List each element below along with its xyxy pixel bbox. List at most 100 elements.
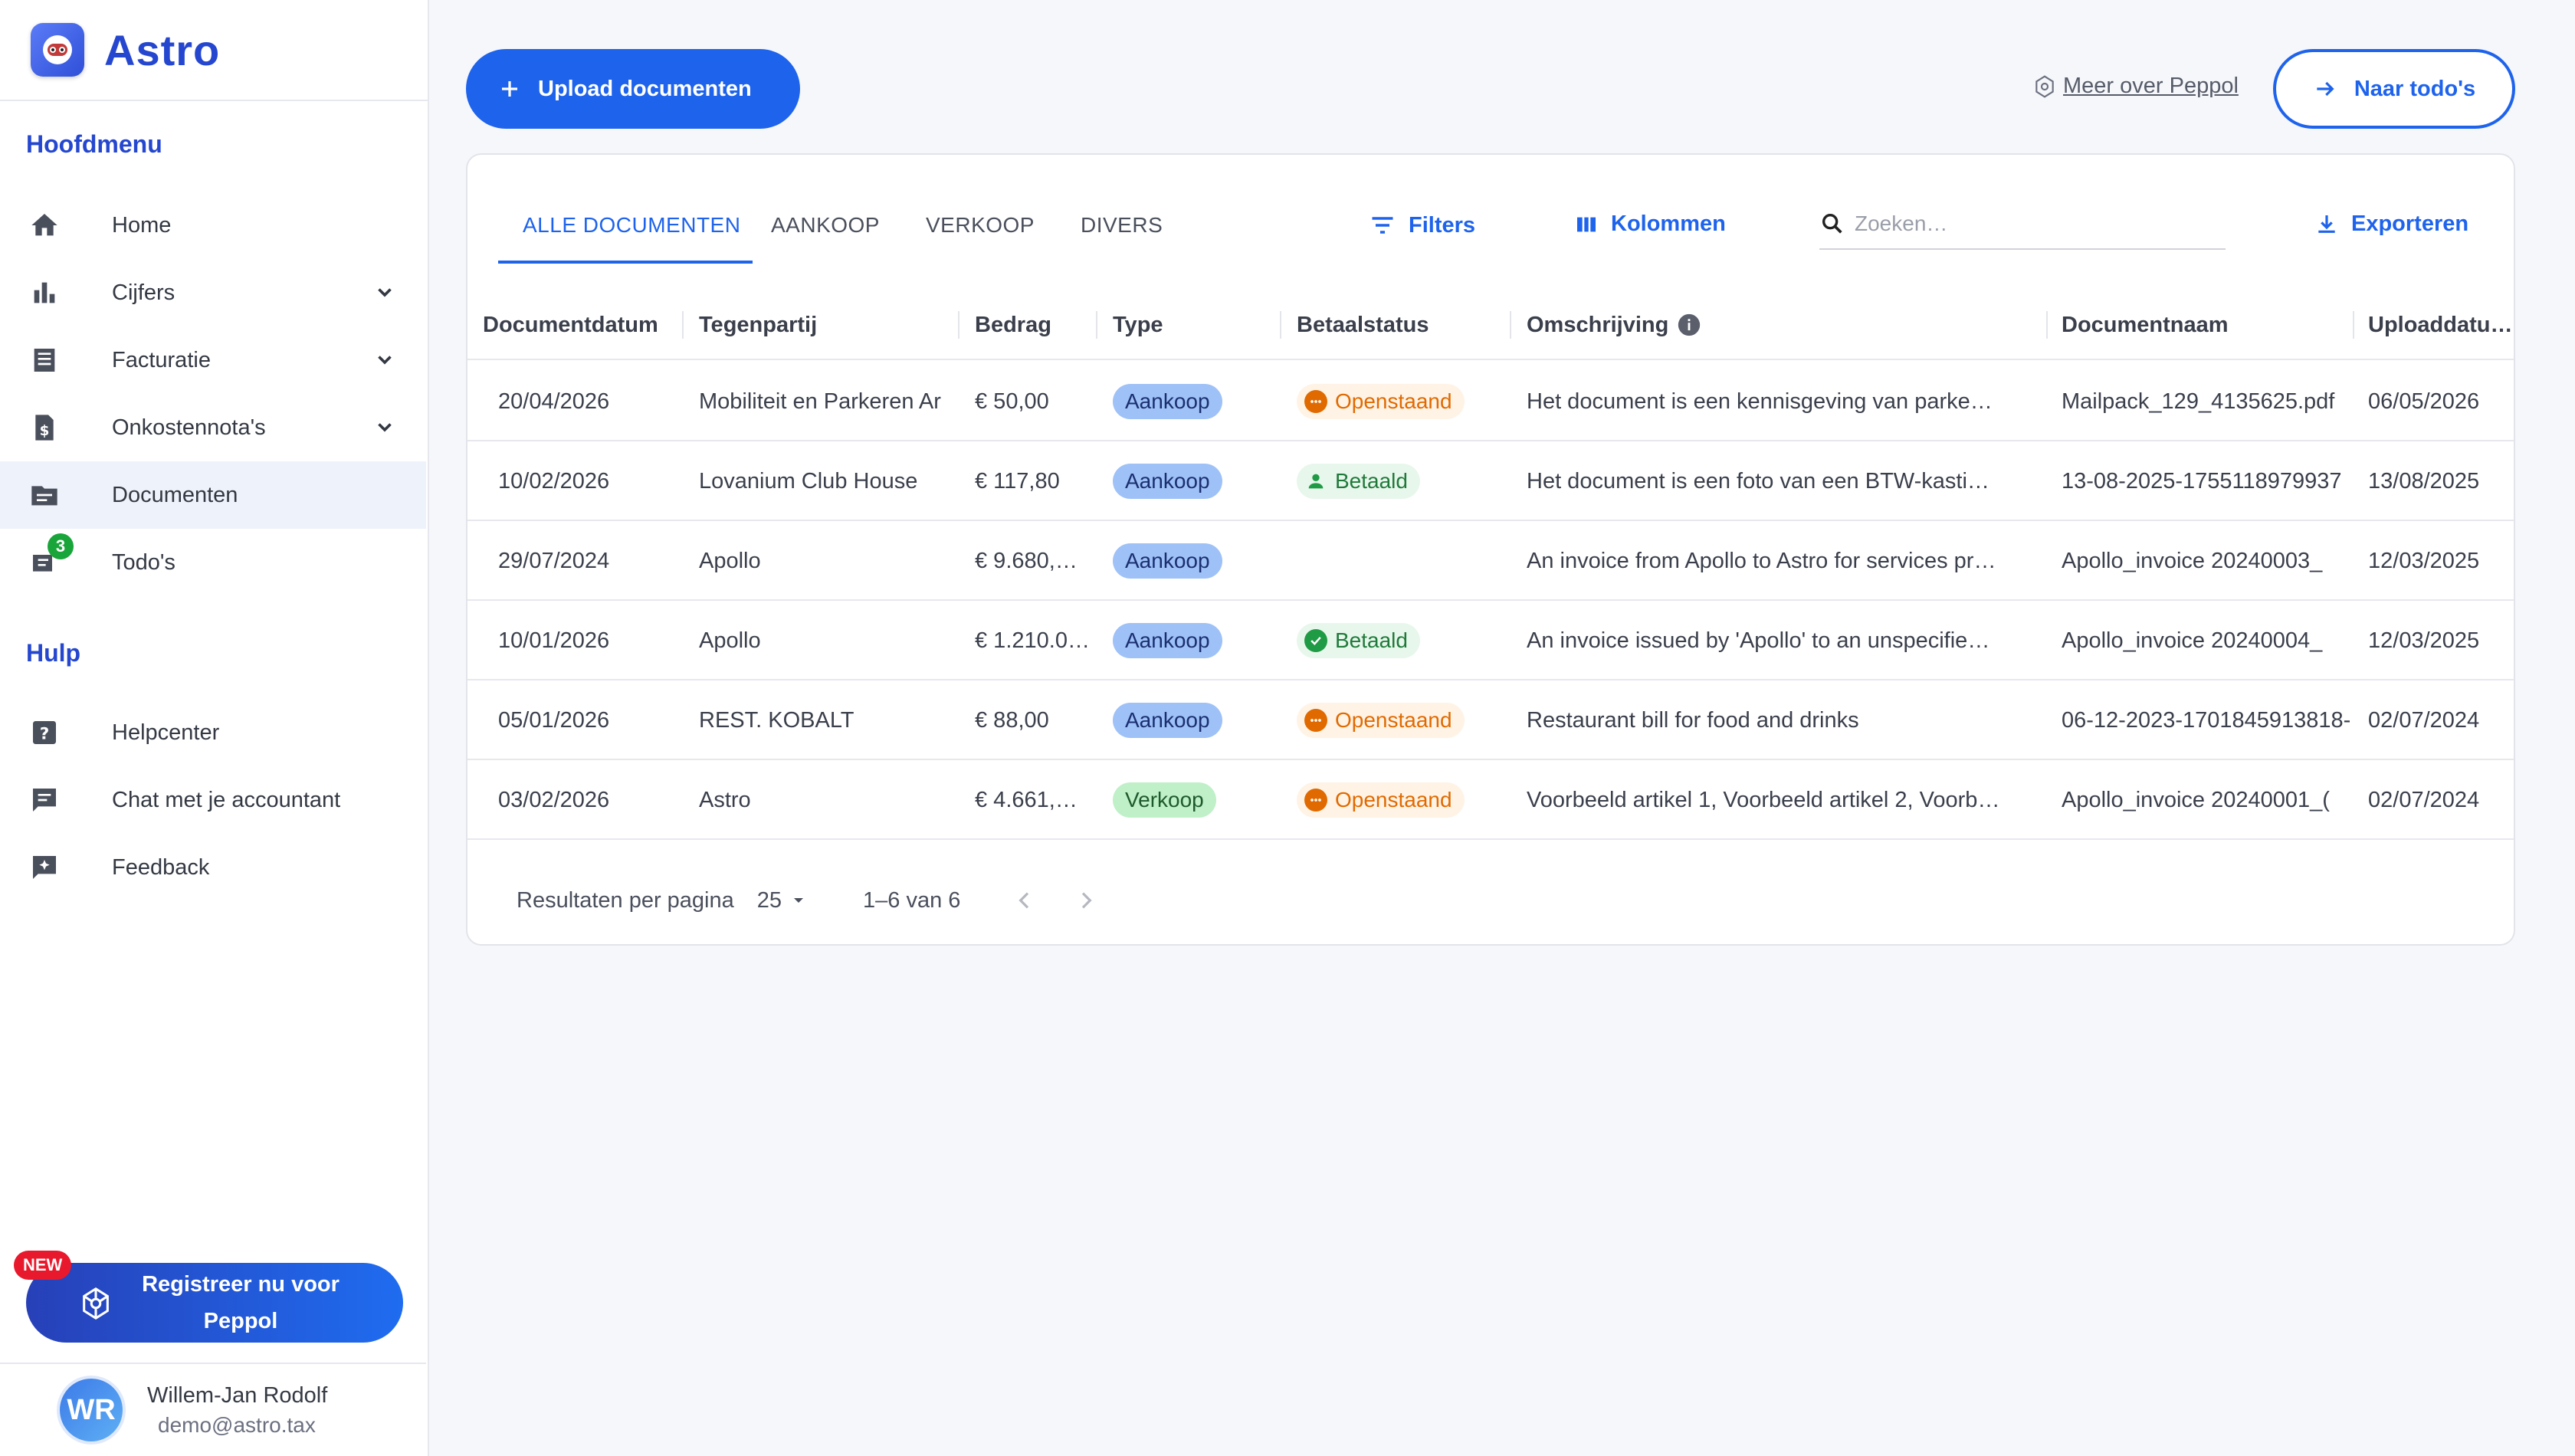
table-row[interactable]: 10/01/2026 Apollo € 1.210.0… Aankoop Betaald… <box>467 601 2514 680</box>
sidebar-item-feedback[interactable]: Feedback <box>0 834 426 901</box>
peppol-info-link[interactable]: Meer over Peppol <box>2032 74 2239 99</box>
tab-verkoop[interactable]: VERKOOP <box>926 213 1035 251</box>
sidebar-item-chat[interactable]: Chat met je accountant <box>0 766 426 834</box>
column-header-tegenpartij[interactable]: Tegenpartij <box>699 290 952 360</box>
previous-page-icon[interactable] <box>1012 888 1037 913</box>
type-chip: Verkoop <box>1113 782 1216 818</box>
search-field[interactable] <box>1819 199 2226 250</box>
main-menu-title: Hoofdmenu <box>26 130 162 158</box>
columns-label: Kolommen <box>1611 212 1726 236</box>
peppol-icon <box>78 1286 113 1321</box>
column-separator[interactable] <box>1280 311 1281 339</box>
tab-divers[interactable]: DIVERS <box>1081 213 1163 251</box>
rows-per-page-select[interactable]: 25 <box>757 888 808 913</box>
cell-documentdatum: 29/07/2024 <box>498 548 610 573</box>
table-row[interactable]: 29/07/2024 Apollo € 9.680,… Aankoop An invoi… <box>467 521 2514 601</box>
sidebar-item-helpcenter[interactable]: ? Helpcenter <box>0 699 426 766</box>
filters-button[interactable]: Filters <box>1369 212 1475 239</box>
sidebar-item-cijfers[interactable]: Cijfers <box>0 259 426 326</box>
column-separator[interactable] <box>682 311 684 339</box>
column-separator[interactable] <box>958 311 959 339</box>
filters-label: Filters <box>1409 212 1476 238</box>
go-to-todos-label: Naar todo's <box>2354 76 2476 101</box>
payment-status-label: Betaald <box>1335 469 1408 493</box>
upload-documents-button[interactable]: Upload documenten <box>466 49 800 129</box>
rows-per-page-value: 25 <box>756 887 782 913</box>
table-row[interactable]: 05/01/2026 REST. KOBALT € 88,00 Aankoop Open… <box>467 680 2514 760</box>
payment-status-chip: Betaald <box>1297 623 1420 658</box>
tab-aankoop[interactable]: AANKOOP <box>771 213 880 251</box>
column-header-documentdatum[interactable]: Documentdatum <box>483 290 690 360</box>
rows-per-page-label: Resultaten per pagina <box>517 887 734 913</box>
column-separator[interactable] <box>1510 311 1511 339</box>
avatar: WR <box>60 1379 123 1441</box>
cell-bedrag: € 88,00 <box>975 707 1049 733</box>
payment-status-chip: Openstaand <box>1297 703 1465 738</box>
chevron-down-icon[interactable] <box>371 414 399 441</box>
chevron-down-icon[interactable] <box>371 279 399 307</box>
search-icon <box>1819 211 1845 237</box>
table-row[interactable]: 10/02/2026 Lovanium Club House € 117,80 Aan… <box>467 441 2514 521</box>
column-header-uploaddatum[interactable]: Uploaddatu… <box>2368 290 2514 360</box>
brand[interactable]: Astro <box>0 0 428 101</box>
sidebar-item-home[interactable]: Home <box>0 192 426 259</box>
tab-alle-documenten[interactable]: ALLE DOCUMENTEN <box>523 213 740 251</box>
cell-documentdatum: 10/02/2026 <box>498 468 610 494</box>
cell-type: Aankoop <box>1113 362 1274 441</box>
cell-documentnaam: Apollo_invoice 20240001_( <box>2062 787 2330 812</box>
cell-bedrag: € 4.661,… <box>975 787 1078 812</box>
table-row[interactable]: 20/04/2026 Mobiliteit en Parkeren Ar € 50,… <box>467 362 2514 441</box>
columns-button[interactable]: Kolommen <box>1574 212 1726 237</box>
check-circle-icon <box>1304 629 1327 652</box>
cell-betaalstatus: Openstaand <box>1297 680 1504 760</box>
sidebar-item-label: Cijfers <box>112 280 175 305</box>
sidebar-item-todos[interactable]: 3 Todo's <box>0 529 426 596</box>
home-icon <box>28 208 61 242</box>
column-separator[interactable] <box>2046 311 2048 339</box>
register-peppol-button[interactable]: Registreer nu voor Peppol <box>26 1263 403 1343</box>
column-separator[interactable] <box>2353 311 2354 339</box>
cell-documentnaam: Mailpack_129_4135625.pdf <box>2062 389 2335 414</box>
table-row[interactable]: 03/02/2026 Astro € 4.661,… Verkoop Openstaan… <box>467 760 2514 840</box>
cell-type: Aankoop <box>1113 521 1274 601</box>
info-icon[interactable] <box>1676 312 1702 338</box>
peppol-link-label: Meer over Peppol <box>2063 74 2239 98</box>
column-header-betaalstatus[interactable]: Betaalstatus <box>1297 290 1504 360</box>
cell-documentdatum: 20/04/2026 <box>498 389 610 414</box>
type-chip: Aankoop <box>1113 703 1222 738</box>
table-header: Documentdatum Tegenpartij Bedrag Type Be… <box>467 290 2514 360</box>
cell-documentnaam: Apollo_invoice 20240004_ <box>2062 628 2323 653</box>
documents-card: ALLE DOCUMENTEN AANKOOP VERKOOP DIVERS F… <box>466 153 2515 946</box>
column-header-omschrijving[interactable]: Omschrijving <box>1527 290 1757 360</box>
cell-omschrijving: Het document is een kennisgeving van par… <box>1527 389 1993 414</box>
sidebar-item-onkostennotas[interactable]: $ Onkostennota's <box>0 394 426 461</box>
help-title: Hulp <box>26 639 81 667</box>
cell-tegenpartij: Apollo <box>699 628 761 653</box>
sidebar-item-label: Chat met je accountant <box>112 787 341 812</box>
export-button[interactable]: Exporteren <box>2314 212 2468 237</box>
cell-tegenpartij: Mobiliteit en Parkeren Ar <box>699 389 941 414</box>
column-header-bedrag[interactable]: Bedrag <box>975 290 1090 360</box>
chevron-down-icon[interactable] <box>371 346 399 374</box>
cell-betaalstatus: Openstaand <box>1297 362 1504 441</box>
app-name: Astro <box>104 25 221 74</box>
cell-omschrijving: Het document is een foto van een BTW-kas… <box>1527 468 1989 494</box>
column-header-type[interactable]: Type <box>1113 290 1266 360</box>
payment-status-label: Openstaand <box>1335 708 1452 732</box>
pending-icon <box>1304 709 1327 732</box>
payment-status-label: Openstaand <box>1335 788 1452 812</box>
user-profile[interactable]: WR Willem-Jan Rodolf demo@astro.tax <box>0 1363 426 1456</box>
next-page-icon[interactable] <box>1074 888 1098 913</box>
column-separator[interactable] <box>1096 311 1097 339</box>
cell-bedrag: € 117,80 <box>975 468 1060 494</box>
go-to-todos-button[interactable]: Naar todo's <box>2273 49 2515 129</box>
sidebar-item-documenten[interactable]: Documenten <box>0 461 426 529</box>
payment-status-label: Openstaand <box>1335 389 1452 413</box>
receipt-icon: $ <box>28 411 61 444</box>
search-input[interactable] <box>1855 212 2192 236</box>
cell-betaalstatus: Betaald <box>1297 441 1504 521</box>
column-header-documentnaam[interactable]: Documentnaam <box>2062 290 2337 360</box>
cell-documentnaam: 13-08-2025-1755118979937 <box>2062 468 2342 494</box>
plus-icon <box>498 77 521 100</box>
sidebar-item-facturatie[interactable]: Facturatie <box>0 326 426 394</box>
